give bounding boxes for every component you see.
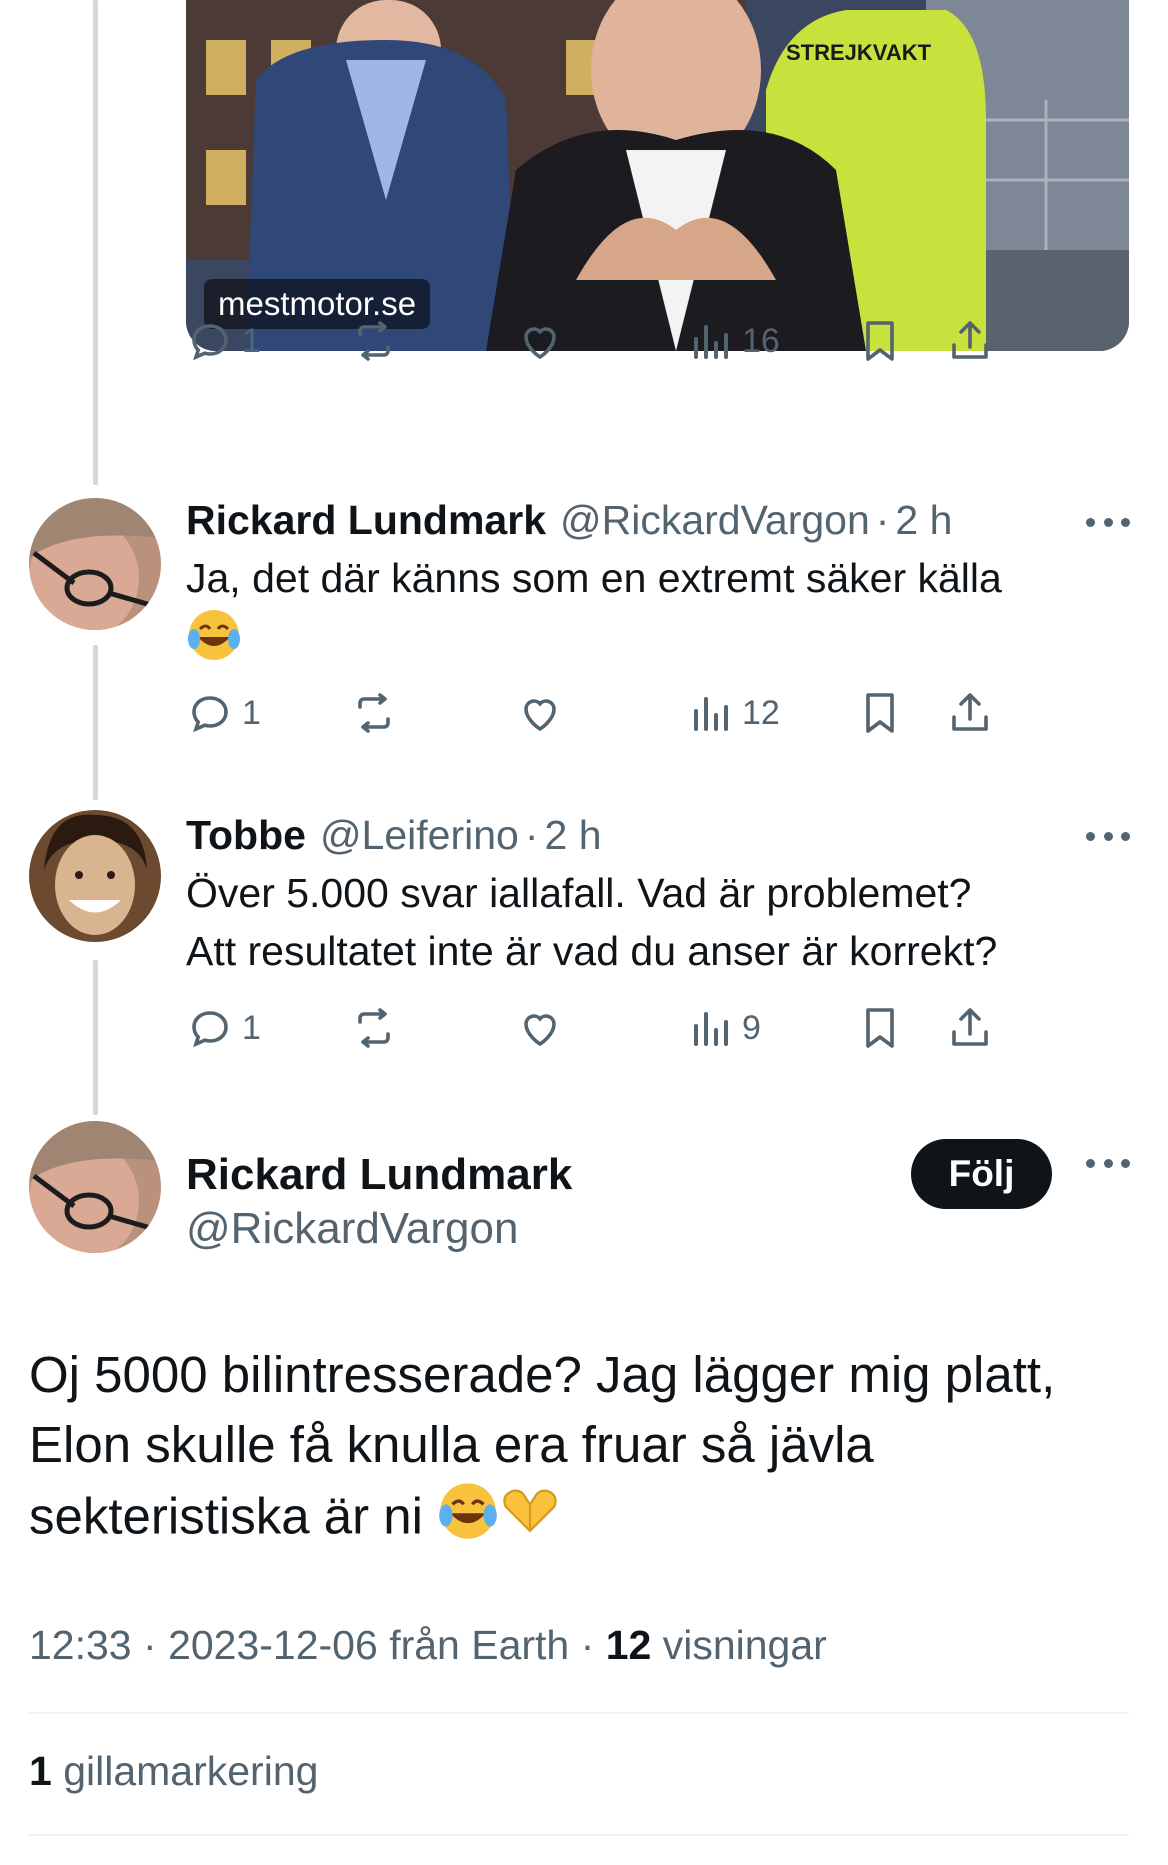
action-bar: 1 12 [186,685,1129,741]
reply-count: 1 [242,693,261,732]
user-handle[interactable]: @RickardVargon [186,1204,518,1254]
tears-of-joy-emoji [186,607,242,678]
avatar-image [29,498,161,630]
display-name[interactable]: Rickard Lundmark [186,497,546,544]
display-name[interactable]: Tobbe [186,812,306,859]
views-count: 9 [742,1008,761,1047]
share-button[interactable] [946,1000,994,1056]
tweet-body-line: Över 5.000 svar iallafall. Vad är proble… [186,870,972,916]
divider [29,1712,1129,1714]
bookmark-icon [866,321,894,361]
reply-button[interactable]: 1 [186,313,261,369]
heart-hands-emoji [499,1480,561,1560]
share-button[interactable] [946,685,994,741]
tweet-date[interactable]: 2023-12-06 [168,1622,378,1668]
tweet-text: Ja, det där känns som en extremt säker k… [186,549,1136,678]
tweet-body-line: Elon skulle få knulla era fruar så jävla [29,1416,874,1473]
tweet-thread: STREJKVAKT mestmotor.se 1 16 Rickard Lun… [0,0,1168,1865]
views-count: 12 [605,1622,652,1668]
follow-button[interactable]: Följ [911,1139,1052,1209]
reply-button[interactable]: 1 [186,685,261,741]
thread-line [93,960,98,1115]
retweet-button[interactable] [350,313,398,369]
avatar[interactable] [29,1121,161,1253]
action-bar: 1 16 [186,313,1129,369]
action-bar: 1 9 [186,1000,1129,1056]
tweet-header: Rickard Lundmark @RickardVargon · 2 h [186,497,952,549]
reply-icon [192,324,228,361]
views-button[interactable]: 9 [686,1000,761,1056]
views-icon [694,325,728,359]
avatar-image [29,1121,161,1253]
views-label: visningar [662,1622,827,1668]
separator: · [524,812,539,858]
heart-icon [524,327,556,360]
tweet-time[interactable]: 12:33 [29,1622,132,1668]
retweet-button[interactable] [350,1000,398,1056]
reply-count: 1 [242,1008,261,1047]
tweet-meta: 12:33 · 2023-12-06 från Earth · 12 visni… [29,1622,827,1668]
heart-icon [524,699,556,732]
link-card-image[interactable]: STREJKVAKT mestmotor.se [186,0,1129,351]
thread-line [93,0,98,485]
user-handle[interactable]: @RickardVargon [560,497,870,544]
heart-icon [524,1014,556,1047]
tweet-text: Över 5.000 svar iallafall. Vad är proble… [186,864,1136,980]
views-icon [694,1012,728,1046]
reply-count: 1 [242,321,261,360]
reply-icon [192,696,228,733]
display-name[interactable]: Rickard Lundmark [186,1150,572,1200]
avatar[interactable] [29,810,161,942]
bookmark-button[interactable] [856,313,904,369]
likes-summary[interactable]: 1 gillamarkering [29,1748,318,1795]
more-options-button[interactable] [1086,826,1130,846]
like-button[interactable] [516,1000,564,1056]
bookmark-icon [866,693,894,733]
share-icon [952,693,988,731]
more-options-button[interactable] [1086,1153,1130,1173]
reply-button[interactable]: 1 [186,1000,261,1056]
share-icon [952,321,988,359]
tears-of-joy-emoji [437,1480,499,1560]
divider [29,1834,1129,1836]
like-button[interactable] [516,685,564,741]
tweet-body-line: Oj 5000 bilintresserade? Jag lägger mig … [29,1346,1056,1403]
views-button[interactable]: 12 [686,685,780,741]
retweet-icon [358,1008,390,1048]
thread-line [93,645,98,800]
tweet-text: Oj 5000 bilintresserade? Jag lägger mig … [29,1340,1129,1560]
retweet-button[interactable] [350,685,398,741]
tweet-body: Ja, det där känns som en extremt säker k… [186,555,1002,601]
bookmark-button[interactable] [856,685,904,741]
timestamp[interactable]: 2 h [545,812,602,859]
views-icon [694,697,728,731]
timestamp[interactable]: 2 h [895,497,952,544]
separator: · [875,497,890,543]
views-count: 16 [742,321,780,360]
tweet-header: Tobbe @Leiferino · 2 h [186,812,602,864]
reply-icon [192,1011,228,1048]
bookmark-button[interactable] [856,1000,904,1056]
tweet-source: från Earth [389,1622,570,1668]
share-icon [952,1008,988,1046]
retweet-icon [358,693,390,733]
tweet-body-line: Att resultatet inte är vad du anser är k… [186,928,998,974]
vest-text: STREJKVAKT [786,40,932,65]
avatar-image [29,810,161,942]
views-count: 12 [742,693,780,732]
share-button[interactable] [946,313,994,369]
like-button[interactable] [516,313,564,369]
likes-count: 1 [29,1748,52,1794]
user-handle[interactable]: @Leiferino [320,812,519,859]
views-button[interactable]: 16 [686,313,780,369]
more-options-button[interactable] [1086,512,1130,532]
bookmark-icon [866,1008,894,1048]
likes-label: gillamarkering [63,1748,319,1794]
avatar[interactable] [29,498,161,630]
tweet-body-line: sekteristiska är ni [29,1487,423,1545]
retweet-icon [358,321,390,361]
